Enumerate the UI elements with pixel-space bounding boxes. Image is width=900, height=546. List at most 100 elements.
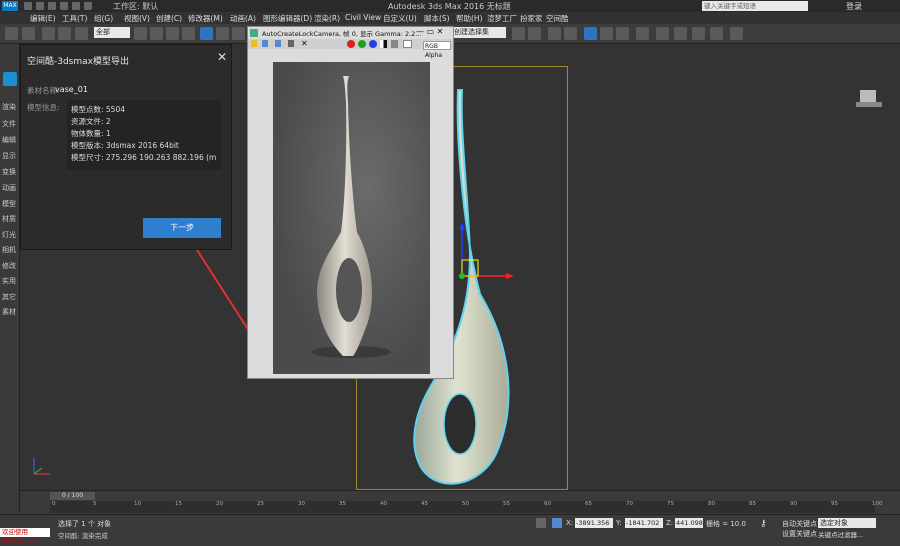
clone-window-icon[interactable] (275, 40, 281, 47)
ribbon-toggle-icon[interactable] (564, 27, 577, 40)
menu-civil-view[interactable]: Civil View (345, 13, 381, 22)
plugin-tool-icon[interactable] (730, 27, 743, 40)
panel-item-other[interactable]: 其它 (2, 292, 16, 302)
green-channel-icon[interactable] (358, 40, 366, 48)
redo-icon[interactable] (22, 27, 35, 40)
window-controls[interactable]: — ▭ ✕ (416, 27, 443, 36)
alpha-channel-icon[interactable] (380, 40, 387, 48)
panel-item-utility[interactable]: 实用 (2, 276, 16, 286)
blue-channel-icon[interactable] (369, 40, 377, 48)
save-file-icon[interactable] (48, 2, 56, 10)
plugin-logo-icon[interactable] (3, 72, 17, 86)
render-production-icon[interactable] (674, 27, 687, 40)
menu-create[interactable]: 创建(C) (156, 13, 182, 24)
named-selection-input[interactable]: 创建选择集 (452, 27, 506, 38)
curve-editor-icon[interactable] (584, 27, 597, 40)
menu-views[interactable]: 视图(V) (124, 13, 150, 24)
new-file-icon[interactable] (24, 2, 32, 10)
project-folder-icon[interactable] (84, 2, 92, 10)
app-logo-icon[interactable]: MAX (2, 1, 18, 11)
copy-image-icon[interactable] (262, 40, 268, 47)
layer-manager-icon[interactable] (548, 27, 561, 40)
selection-filter-dropdown[interactable]: 全部 (94, 27, 130, 38)
search-input[interactable]: 键入关键字或短语 (702, 1, 808, 11)
set-key-button[interactable]: 设置关键点 (782, 529, 817, 539)
track-bar[interactable] (50, 501, 875, 513)
open-file-icon[interactable] (36, 2, 44, 10)
panel-item-render[interactable]: 渲染 (2, 102, 16, 112)
unlink-icon[interactable] (58, 27, 71, 40)
menu-help[interactable]: 帮助(H) (456, 13, 483, 24)
material-editor-icon[interactable] (616, 27, 629, 40)
menu-kongjianku[interactable]: 空间酷 (546, 13, 569, 24)
panel-item-animation[interactable]: 动画 (2, 183, 16, 193)
save-image-icon[interactable] (251, 40, 257, 47)
panel-item-light[interactable]: 灯光 (2, 230, 16, 240)
print-image-icon[interactable] (288, 40, 294, 47)
render-cloud-icon[interactable] (710, 27, 723, 40)
lock-selection-icon[interactable] (536, 518, 546, 528)
link-icon[interactable] (42, 27, 55, 40)
selection-status: 选择了 1 个 对象 (58, 520, 112, 528)
menu-scripting[interactable]: 脚本(S) (424, 13, 450, 24)
key-icon[interactable]: ⚷ (760, 519, 774, 529)
menu-banjiajia[interactable]: 扮家家 (520, 13, 543, 24)
panel-item-assets[interactable]: 素材 (2, 307, 16, 317)
render-canvas[interactable] (273, 62, 430, 374)
panel-item-file[interactable]: 文件 (2, 119, 16, 129)
panel-item-model[interactable]: 模型 (2, 199, 16, 209)
menu-customize[interactable]: 自定义(U) (383, 13, 417, 24)
select-rotate-icon[interactable] (216, 27, 229, 40)
menu-animation[interactable]: 动画(A) (230, 13, 256, 24)
panel-item-modify[interactable]: 修改 (2, 261, 16, 271)
clear-icon[interactable]: ✕ (301, 39, 308, 48)
workspace-selector[interactable]: 工作区: 默认 (113, 1, 158, 12)
panel-item-edit[interactable]: 编辑 (2, 135, 16, 145)
z-coord-field[interactable]: 441.098 (675, 518, 703, 528)
menu-edit[interactable]: 编辑(E) (30, 13, 56, 24)
move-gizmo[interactable] (450, 214, 520, 284)
menu-tools[interactable]: 工具(T) (62, 13, 87, 24)
red-channel-icon[interactable] (347, 40, 355, 48)
close-icon[interactable]: ✕ (217, 50, 227, 64)
rect-selection-icon[interactable] (166, 27, 179, 40)
key-filters-button[interactable]: 关键点过滤器... (818, 529, 863, 539)
window-crossing-icon[interactable] (182, 27, 195, 40)
panel-item-display[interactable]: 显示 (2, 151, 16, 161)
render-iterative-icon[interactable] (692, 27, 705, 40)
undo-icon[interactable] (60, 2, 68, 10)
x-coord-field[interactable]: -3891.356 (575, 518, 613, 528)
render-setup-icon[interactable] (636, 27, 649, 40)
schematic-view-icon[interactable] (600, 27, 613, 40)
align-icon[interactable] (528, 27, 541, 40)
bind-space-warp-icon[interactable] (75, 27, 88, 40)
redo-icon[interactable] (72, 2, 80, 10)
select-scale-icon[interactable] (232, 27, 245, 40)
panel-item-material[interactable]: 材质 (2, 214, 16, 224)
select-move-icon[interactable] (200, 27, 213, 40)
viewcube-icon[interactable] (854, 86, 884, 110)
select-by-name-icon[interactable] (150, 27, 163, 40)
menu-group[interactable]: 组(G) (94, 13, 113, 24)
auto-key-button[interactable]: 自动关键点 (782, 519, 817, 529)
absolute-mode-icon[interactable] (552, 518, 562, 528)
asset-name-field[interactable]: vase_01 (53, 83, 221, 97)
y-coord-field[interactable]: -1841.702 (625, 518, 663, 528)
next-step-button[interactable]: 下一步 (143, 218, 221, 238)
undo-icon[interactable] (5, 27, 18, 40)
key-selection-dropdown[interactable]: 选定对象 (818, 518, 876, 528)
login-link[interactable]: 登录 (846, 1, 862, 12)
rendered-frame-window-icon[interactable] (656, 27, 669, 40)
panel-item-camera[interactable]: 相机 (2, 245, 16, 255)
menu-render-factory[interactable]: 渲梦工厂 (487, 13, 517, 24)
mirror-icon[interactable] (512, 27, 525, 40)
swatch-icon[interactable] (403, 40, 412, 48)
mono-icon[interactable] (391, 40, 398, 48)
menu-modifiers[interactable]: 修改器(M) (188, 13, 223, 24)
select-object-icon[interactable] (134, 27, 147, 40)
menu-graph-editors[interactable]: 图形编辑器(D) (263, 13, 312, 24)
time-slider[interactable]: 0 / 100 (50, 492, 95, 500)
channel-dropdown[interactable]: RGB Alpha (423, 41, 451, 59)
menu-rendering[interactable]: 渲染(R) (314, 13, 340, 24)
panel-item-transform[interactable]: 变换 (2, 167, 16, 177)
